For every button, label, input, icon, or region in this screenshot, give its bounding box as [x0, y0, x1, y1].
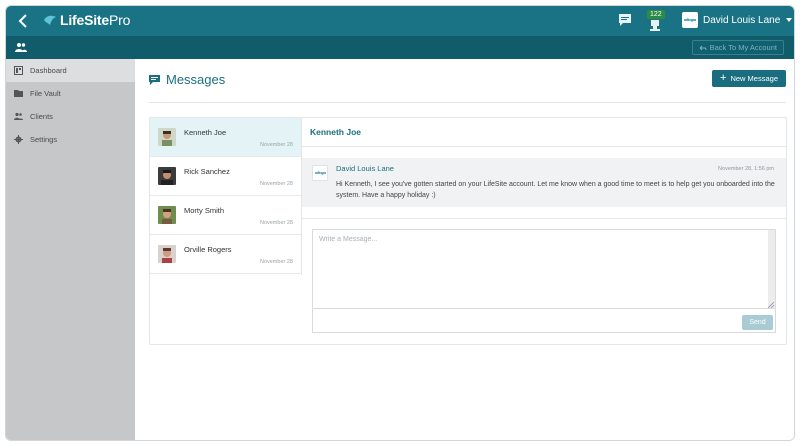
avatar — [158, 245, 176, 263]
sidebar-item-label: File Vault — [30, 89, 61, 98]
conversation-item-rick-sanchez[interactable]: Rick Sanchez November 28 — [150, 157, 301, 196]
logo-text-light: Pro — [108, 12, 131, 28]
sidebar-item-label: Settings — [30, 135, 58, 144]
new-message-label: New Message — [730, 74, 778, 83]
user-avatar — [682, 12, 698, 28]
conversation-name: Rick Sanchez — [184, 167, 230, 176]
message-timestamp: November 28, 1:56 pm — [718, 166, 774, 172]
back-chevron-icon[interactable] — [15, 12, 31, 30]
conversation-name: Morty Smith — [184, 206, 225, 215]
messages-panel: Kenneth Joe November 28 Rick Sanchez Nov… — [149, 117, 787, 345]
gear-icon — [14, 135, 23, 144]
avatar — [312, 165, 328, 181]
avatar — [158, 206, 176, 224]
user-name: David Louis Lane — [703, 14, 781, 26]
conversation-date: November 28 — [259, 220, 293, 226]
resize-grip-icon[interactable] — [768, 302, 774, 308]
user-menu[interactable]: David Louis Lane — [682, 12, 793, 28]
new-message-button[interactable]: + New Message — [712, 70, 786, 87]
avatar — [158, 128, 176, 146]
logo-leaf-icon — [44, 15, 56, 25]
title-divider — [149, 102, 786, 103]
clients-icon — [14, 112, 23, 120]
message-input[interactable] — [312, 229, 776, 309]
conversation-date: November 28 — [259, 142, 293, 148]
folder-icon — [14, 90, 23, 97]
plus-icon: + — [720, 72, 727, 84]
sidebar: Dashboard File Vault Clients Settings — [6, 59, 135, 440]
thread-title: Kenneth Joe — [302, 118, 786, 147]
conversation-name: Orville Rogers — [184, 245, 232, 254]
message-thread: Kenneth Joe David Louis Lane November 28… — [302, 118, 786, 346]
message-body: Hi Kenneth, I see you've gotten started … — [336, 181, 775, 199]
message-sender[interactable]: David Louis Lane — [336, 164, 394, 173]
send-button[interactable]: Send — [742, 315, 773, 330]
top-header: LifeSitePro 122 David Louis Lane — [6, 6, 794, 36]
logo[interactable]: LifeSitePro — [43, 12, 130, 28]
message-icon — [149, 74, 160, 85]
sidebar-item-dashboard[interactable]: Dashboard — [6, 59, 135, 82]
logo-text-bold: LifeSite — [60, 12, 109, 28]
sidebar-item-label: Clients — [30, 112, 53, 121]
chat-bubble-icon[interactable] — [618, 13, 632, 27]
conversation-list: Kenneth Joe November 28 Rick Sanchez Nov… — [150, 118, 302, 275]
sub-header: Back To My Account — [6, 36, 794, 59]
message-item: David Louis Lane November 28, 1:56 pm Hi… — [302, 158, 786, 207]
back-to-account-label: Back To My Account — [709, 43, 777, 52]
people-icon[interactable] — [15, 42, 27, 53]
conversation-name: Kenneth Joe — [184, 128, 227, 137]
page-title-text: Messages — [166, 72, 226, 87]
conversation-date: November 28 — [259, 181, 293, 187]
notification-count-badge: 122 — [647, 10, 665, 19]
chevron-down-icon — [786, 18, 793, 22]
avatar-logo-icon — [684, 17, 696, 23]
compose-divider — [302, 218, 786, 219]
compose-scrollbar[interactable] — [768, 230, 775, 308]
main-content: Messages + New Message Kenneth Joe Novem… — [135, 59, 794, 440]
conversation-item-morty-smith[interactable]: Morty Smith November 28 — [150, 196, 301, 235]
page-title: Messages — [149, 72, 225, 87]
app-window: LifeSitePro 122 David Louis Lane Back To… — [5, 5, 795, 441]
conversation-date: November 28 — [259, 259, 293, 265]
sidebar-item-label: Dashboard — [30, 66, 67, 75]
dashboard-icon — [14, 66, 23, 75]
sidebar-item-file-vault[interactable]: File Vault — [6, 82, 135, 105]
compose-footer: Send — [312, 309, 776, 333]
avatar — [158, 167, 176, 185]
sidebar-item-clients[interactable]: Clients — [6, 105, 135, 128]
avatar-logo-icon — [314, 170, 326, 176]
conversation-item-orville-rogers[interactable]: Orville Rogers November 28 — [150, 235, 301, 274]
conversation-item-kenneth-joe[interactable]: Kenneth Joe November 28 — [150, 118, 301, 157]
back-to-account-button[interactable]: Back To My Account — [691, 40, 784, 55]
sidebar-item-settings[interactable]: Settings — [6, 128, 135, 151]
undo-arrow-icon — [699, 45, 707, 50]
